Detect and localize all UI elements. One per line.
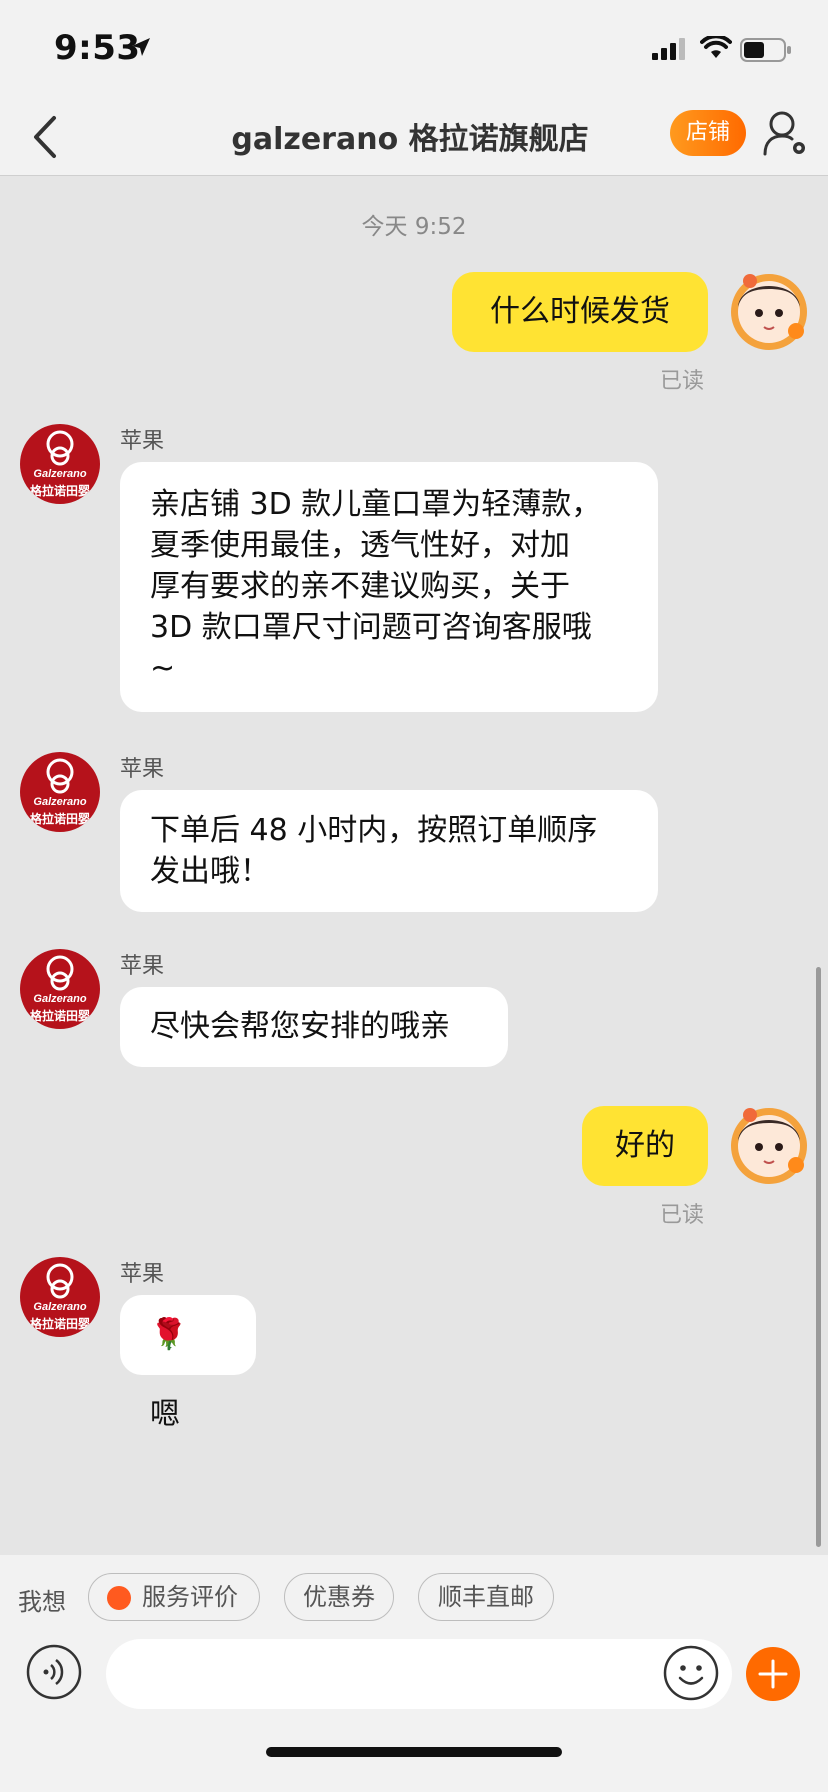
wifi-icon	[700, 36, 732, 58]
message-timestamp: 今天 9:52	[361, 214, 467, 240]
message-line: 厚有要求的亲不建议购买，关于	[150, 569, 570, 604]
message-line: 3D 款口罩尺寸问题可咨询客服哦	[150, 610, 592, 645]
shop-logo-cn: 格拉诺田婴	[29, 484, 90, 498]
input-bar	[0, 1639, 828, 1792]
message-line: 下单后 48 小时内，按照订单顺序	[150, 813, 598, 848]
chip-sf-express[interactable]: 顺丰直邮	[418, 1573, 554, 1621]
back-chevron-icon[interactable]	[26, 112, 66, 162]
shop-message-bubble[interactable]: 亲店铺 3D 款儿童口罩为轻薄款， 夏季使用最佳，透气性好，对加 厚有要求的亲不…	[120, 462, 658, 712]
shop-logo-icon	[46, 1263, 74, 1299]
shop-message-bubble[interactable]: 下单后 48 小时内，按照订单顺序 发出哦！	[120, 790, 658, 912]
emoji-icon[interactable]	[662, 1644, 720, 1702]
chip-coupon[interactable]: 优惠券	[284, 1573, 394, 1621]
message-text: 🌹 嗯	[150, 1317, 188, 1432]
message-text: 尽快会帮您安排的哦亲	[150, 1009, 450, 1044]
user-avatar[interactable]	[726, 267, 812, 353]
status-time: 9:53	[54, 28, 141, 68]
chip-label: 优惠券	[303, 1583, 375, 1611]
message-text: 什么时候发货	[490, 294, 670, 329]
message-line: ~	[150, 651, 176, 686]
quick-action-label: 我想	[18, 1588, 66, 1616]
my-message-bubble[interactable]: 什么时候发货	[452, 272, 708, 352]
shop-avatar[interactable]: Galzerano 格拉诺田婴	[20, 424, 100, 504]
chat-messages[interactable]: 今天 9:52 什么时候发货 已读 Galzerano 格拉诺田婴 苹果 亲店铺…	[0, 177, 828, 1555]
shop-message-bubble[interactable]: 🌹 嗯	[120, 1295, 256, 1432]
voice-input-icon[interactable]	[26, 1644, 82, 1700]
shop-logo-brand: Galzerano	[33, 468, 87, 480]
chip-label: 服务评价	[142, 1583, 238, 1611]
shop-avatar[interactable]: Galzerano 格拉诺田婴	[20, 1257, 100, 1337]
shop-logo-cn: 格拉诺田婴	[29, 1009, 90, 1023]
status-bar: 9:53	[0, 0, 828, 100]
message-line: 发出哦！	[150, 854, 270, 889]
shop-logo-brand: Galzerano	[33, 1301, 87, 1313]
user-avatar[interactable]	[726, 1101, 812, 1187]
battery-icon	[740, 38, 791, 62]
shop-logo-cn: 格拉诺田婴	[29, 812, 90, 826]
read-status: 已读	[660, 369, 705, 394]
chat-title: galzerano 格拉诺旗舰店	[231, 122, 589, 157]
scrollbar[interactable]	[816, 967, 821, 1547]
rating-flower-icon	[107, 1586, 131, 1610]
sender-name: 苹果	[120, 429, 165, 454]
shop-logo-brand: Galzerano	[33, 993, 87, 1005]
sender-name: 苹果	[120, 954, 165, 979]
location-arrow-icon	[132, 38, 150, 56]
shop-message-bubble[interactable]: 尽快会帮您安排的哦亲	[120, 987, 508, 1067]
message-line: 夏季使用最佳，透气性好，对加	[150, 528, 570, 563]
chip-service-rating[interactable]: 服务评价	[88, 1573, 260, 1621]
message-input[interactable]	[106, 1639, 732, 1709]
chat-header: galzerano 格拉诺旗舰店 店铺	[0, 100, 828, 176]
message-text: 好的	[615, 1128, 675, 1163]
shop-button[interactable]: 店铺	[670, 110, 746, 156]
cellular-signal-icon	[652, 38, 685, 60]
plus-more-icon[interactable]	[746, 1647, 800, 1701]
my-message-bubble[interactable]: 好的	[582, 1106, 708, 1186]
shop-logo-icon	[46, 430, 74, 466]
shop-logo-cn: 格拉诺田婴	[29, 1317, 90, 1331]
shop-logo-icon	[46, 955, 74, 991]
shop-logo-brand: Galzerano	[33, 796, 87, 808]
chip-label: 顺丰直邮	[438, 1583, 534, 1611]
sender-name: 苹果	[120, 757, 165, 782]
sender-name: 苹果	[120, 1262, 165, 1287]
shop-avatar[interactable]: Galzerano 格拉诺田婴	[20, 949, 100, 1029]
message-line: 亲店铺 3D 款儿童口罩为轻薄款，	[150, 487, 602, 522]
shop-avatar[interactable]: Galzerano 格拉诺田婴	[20, 752, 100, 832]
user-settings-icon[interactable]	[762, 108, 808, 158]
shop-logo-icon	[46, 758, 74, 794]
read-status: 已读	[660, 1203, 705, 1228]
quick-action-bar: 我想 服务评价 优惠券 顺丰直邮	[0, 1555, 828, 1639]
home-indicator[interactable]	[266, 1747, 562, 1757]
